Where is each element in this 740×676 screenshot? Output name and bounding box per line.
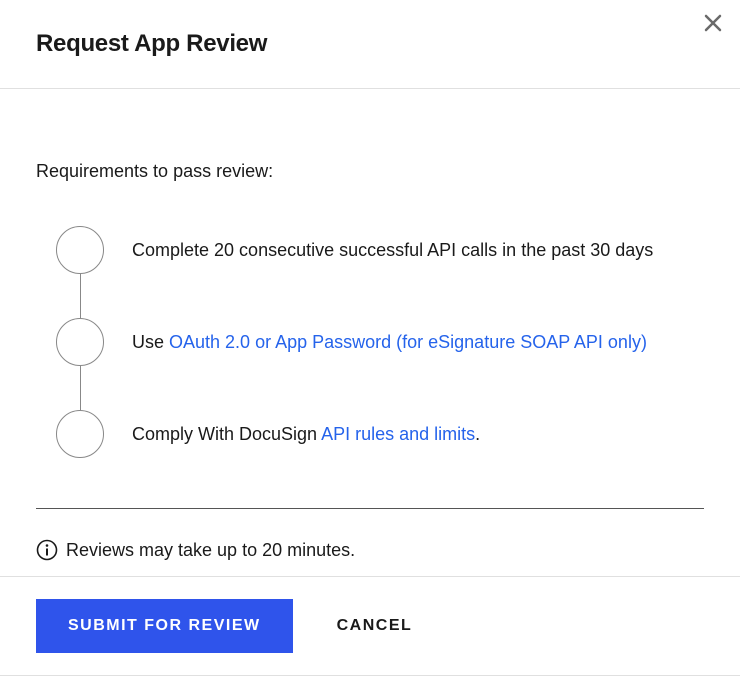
- divider: [36, 508, 704, 509]
- requirement-item: Comply With DocuSign API rules and limit…: [56, 410, 704, 458]
- submit-button[interactable]: SUBMIT FOR REVIEW: [36, 599, 293, 653]
- dialog-content: Requirements to pass review: Complete 20…: [0, 89, 740, 597]
- status-circle-icon: [56, 226, 104, 274]
- requirement-item: Use OAuth 2.0 or App Password (for eSign…: [56, 318, 704, 366]
- requirement-text: Comply With DocuSign API rules and limit…: [132, 421, 480, 448]
- requirement-prefix: Comply With DocuSign: [132, 424, 321, 444]
- requirements-heading: Requirements to pass review:: [36, 161, 704, 182]
- requirement-text: Use OAuth 2.0 or App Password (for eSign…: [132, 329, 647, 356]
- api-rules-link[interactable]: API rules and limits: [321, 424, 475, 444]
- status-circle-icon: [56, 410, 104, 458]
- close-button[interactable]: [700, 10, 726, 40]
- requirement-label: Complete 20 consecutive successful API c…: [132, 240, 653, 260]
- dialog-header: Request App Review: [0, 0, 740, 89]
- cancel-button[interactable]: CANCEL: [337, 617, 413, 635]
- requirement-text: Complete 20 consecutive successful API c…: [132, 237, 653, 264]
- status-circle-icon: [56, 318, 104, 366]
- requirement-item: Complete 20 consecutive successful API c…: [56, 226, 704, 274]
- info-row: Reviews may take up to 20 minutes.: [36, 539, 704, 561]
- connector-line: [80, 274, 81, 318]
- requirement-prefix: Use: [132, 332, 169, 352]
- connector-line: [80, 366, 81, 410]
- info-icon: [36, 539, 58, 561]
- requirement-suffix: .: [475, 424, 480, 444]
- requirements-list: Complete 20 consecutive successful API c…: [36, 226, 704, 458]
- close-icon: [704, 12, 722, 37]
- dialog-title: Request App Review: [36, 30, 704, 58]
- info-text: Reviews may take up to 20 minutes.: [66, 540, 355, 561]
- oauth-link[interactable]: OAuth 2.0 or App Password (for eSignatur…: [169, 332, 647, 352]
- dialog-footer: SUBMIT FOR REVIEW CANCEL: [0, 576, 740, 676]
